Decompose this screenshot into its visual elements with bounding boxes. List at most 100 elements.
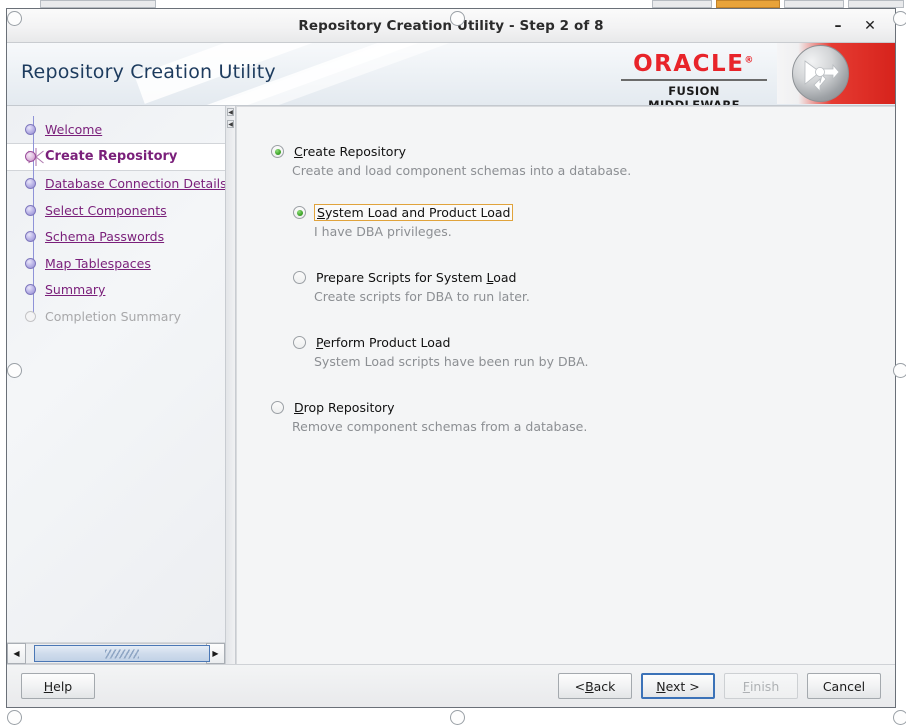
mnemonic-char: F (742, 678, 750, 694)
option-description: Create scripts for DBA to run later. (314, 289, 530, 304)
sidebar-item-create-repository[interactable]: Create Repository (7, 142, 225, 171)
sidebar-horizontal-scrollbar[interactable]: ◀ ▶ (7, 642, 225, 664)
radio-create-repository[interactable] (271, 145, 284, 158)
sidebar-item-summary[interactable]: Summary (7, 277, 225, 304)
logo-divider (621, 79, 767, 81)
splitter-expand-icon[interactable]: ◀ (227, 120, 234, 128)
option-row[interactable]: System Load and Product Load (293, 204, 895, 221)
option-label: Drop Repository (292, 399, 397, 416)
oracle-wordmark: ORACLE® (621, 53, 767, 76)
option-description: Create and load component schemas into a… (292, 163, 632, 178)
sidebar-item-label: Map Tablespaces (45, 255, 151, 271)
step-bullet-icon (25, 310, 36, 322)
step-bullet-icon (25, 257, 36, 269)
cancel-button[interactable]: Cancel (807, 673, 881, 699)
option-label-rest: ystem Load and Product Load (324, 205, 511, 220)
next-button[interactable]: Next > (641, 673, 715, 699)
close-icon[interactable]: ✕ (859, 17, 881, 35)
scrollbar-track[interactable] (26, 643, 210, 664)
step-bullet-icon (25, 151, 36, 162)
resize-handle-bottom-left[interactable] (7, 710, 22, 725)
scrollbar-thumb[interactable] (34, 645, 210, 662)
help-button[interactable]: Help (21, 673, 95, 699)
step-bullet-icon (25, 178, 36, 190)
oracle-logo: ORACLE® FUSION MIDDLEWARE (621, 53, 767, 106)
mnemonic-char: H (43, 678, 54, 694)
sidebar-item-select-components[interactable]: Select Components (7, 197, 225, 224)
sidebar-item-schema-passwords[interactable]: Schema Passwords (7, 224, 225, 251)
option-row[interactable]: Prepare Scripts for System Load (293, 269, 895, 286)
radio-perform-product-load[interactable] (293, 336, 306, 349)
resize-handle-middle-right[interactable] (893, 363, 906, 378)
window-body: Welcome Create Repository Database Conne… (7, 106, 895, 664)
button-label-rest: ext > (665, 678, 700, 694)
radio-system-load-and-product-load[interactable] (293, 206, 306, 219)
button-label-rest: ack (593, 678, 616, 694)
option-perform-product-load: Perform Product Load System Load scripts… (293, 334, 895, 369)
logo-badge (777, 43, 895, 104)
sidebar-item-label: Create Repository (45, 149, 178, 164)
option-description: I have DBA privileges. (314, 224, 452, 239)
option-system-load-and-product-load: System Load and Product Load I have DBA … (293, 204, 895, 239)
navigation-list: Welcome Create Repository Database Conne… (7, 106, 225, 330)
sidebar-swoosh (7, 406, 225, 664)
page-title: Repository Creation Utility (21, 61, 276, 83)
sidebar-item-database-connection-details[interactable]: Database Connection Details (7, 171, 225, 198)
fusion-middleware-sphere-icon (792, 45, 849, 102)
sidebar-item-label: Database Connection Details (45, 176, 226, 192)
pane-splitter[interactable]: ◀ ◀ (226, 106, 236, 664)
option-label-rest: erform Product Load (323, 335, 451, 350)
button-label-rest: inish (749, 678, 780, 694)
sidebar-item-map-tablespaces[interactable]: Map Tablespaces (7, 250, 225, 277)
registered-mark-icon: ® (744, 55, 755, 66)
radio-drop-repository[interactable] (271, 401, 284, 414)
resize-handle-middle-left[interactable] (7, 363, 22, 378)
button-label-rest: elp (53, 678, 73, 694)
step-bullet-icon (25, 204, 36, 216)
mnemonic-char: S (317, 205, 325, 220)
mnemonic-char: B (585, 678, 594, 694)
back-button[interactable]: < Back (558, 673, 632, 699)
option-label-rest: reate Repository (302, 144, 406, 159)
finish-button: Finish (724, 673, 798, 699)
mnemonic-char: N (656, 678, 666, 694)
resize-handle-top-right[interactable] (893, 11, 906, 26)
sidebar-item-label: Select Components (45, 202, 167, 218)
sidebar-item-welcome[interactable]: Welcome (7, 116, 225, 143)
sidebar-item-label: Completion Summary (45, 308, 181, 324)
option-label: Create Repository (292, 143, 408, 160)
option-row[interactable]: Create Repository (271, 143, 895, 160)
option-drop-repository: Drop Repository Remove component schemas… (271, 399, 895, 434)
resize-handle-bottom-middle[interactable] (450, 710, 465, 725)
resize-handle-top-left[interactable] (7, 11, 22, 26)
navigation-buttons: < Back Next > Finish Cancel (558, 673, 881, 699)
splitter-collapse-icon[interactable]: ◀ (227, 108, 234, 116)
scroll-left-icon[interactable]: ◀ (7, 643, 26, 664)
option-create-repository: Create Repository Create and load compon… (271, 143, 895, 178)
minimize-icon[interactable]: – (827, 17, 849, 35)
resize-handle-bottom-right[interactable] (893, 710, 906, 725)
footer-button-bar: Help < Back Next > Finish Cancel (7, 664, 895, 707)
application-window: Repository Creation Utility - Step 2 of … (6, 8, 906, 725)
backdrop-segment (784, 0, 844, 8)
option-label: System Load and Product Load (314, 204, 514, 221)
backdrop-segment (652, 0, 712, 8)
option-label-start: Prepare Scripts for System (316, 270, 487, 285)
repository-options-group: Create Repository Create and load compon… (237, 107, 895, 434)
oracle-product-line: FUSION MIDDLEWARE (648, 84, 740, 106)
resize-handle-top-middle[interactable] (450, 11, 465, 26)
step-bullet-icon (25, 284, 36, 296)
content-pane: Create Repository Create and load compon… (236, 106, 895, 664)
option-description: System Load scripts have been run by DBA… (314, 354, 589, 369)
step-bullet-icon (25, 231, 36, 243)
option-row[interactable]: Perform Product Load (293, 334, 895, 351)
option-label: Perform Product Load (314, 334, 452, 351)
button-label-start: < (574, 678, 586, 694)
oracle-wordmark-text: ORACLE (633, 51, 745, 77)
option-label: Prepare Scripts for System Load (314, 269, 518, 286)
option-description: Remove component schemas from a database… (292, 419, 588, 434)
option-prepare-scripts-for-system-load: Prepare Scripts for System Load Create s… (293, 269, 895, 304)
radio-prepare-scripts-for-system-load[interactable] (293, 271, 306, 284)
option-row[interactable]: Drop Repository (271, 399, 895, 416)
sidebar-item-completion-summary: Completion Summary (7, 303, 225, 330)
